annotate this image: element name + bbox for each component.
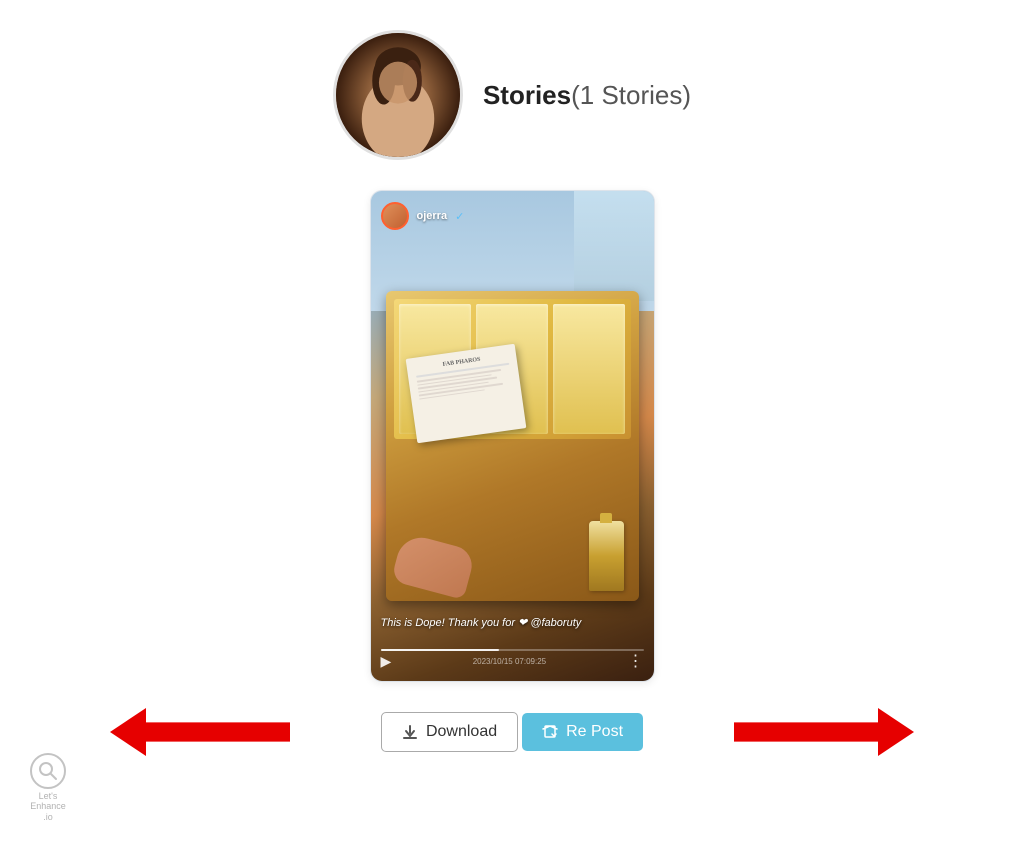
story-caption: This is Dope! Thank you for ❤ @faboruty [381, 616, 624, 631]
action-area: Download Re Post [0, 712, 1024, 752]
repost-button[interactable]: Re Post [522, 713, 643, 751]
download-label: Download [426, 723, 497, 741]
story-image: FAB PHAROS ojerra ✓ This is Dope! Thank … [371, 191, 654, 681]
profile-section: Stories (1 Stories) [333, 30, 691, 160]
watermark: Let's Enhance .io [30, 753, 66, 823]
button-group: Download Re Post [381, 712, 643, 752]
profile-info: Stories (1 Stories) [483, 80, 691, 111]
watermark-icon [30, 753, 66, 789]
story-top-bar: ojerra ✓ [371, 191, 654, 241]
story-timestamp: 2023/10/15 07:09:25 [391, 657, 627, 666]
story-controls: ▶ 2023/10/15 07:09:25 ⋮ [381, 651, 644, 671]
right-arrow-decoration [734, 708, 914, 756]
repost-icon [542, 724, 558, 740]
play-icon[interactable]: ▶ [381, 653, 392, 670]
story-username: ojerra [417, 210, 448, 222]
download-button[interactable]: Download [381, 712, 518, 752]
profile-subtitle: (1 Stories) [571, 80, 691, 111]
story-verified-icon: ✓ [455, 210, 464, 223]
story-user-avatar [381, 202, 409, 230]
profile-title: Stories [483, 80, 571, 111]
watermark-text: Let's Enhance .io [30, 791, 66, 823]
story-card: FAB PHAROS ojerra ✓ This is Dope! Thank … [370, 190, 655, 682]
repost-label: Re Post [566, 723, 623, 741]
more-options-icon[interactable]: ⋮ [628, 651, 644, 671]
avatar [333, 30, 463, 160]
left-arrow-decoration [110, 708, 290, 756]
download-icon [402, 724, 418, 740]
